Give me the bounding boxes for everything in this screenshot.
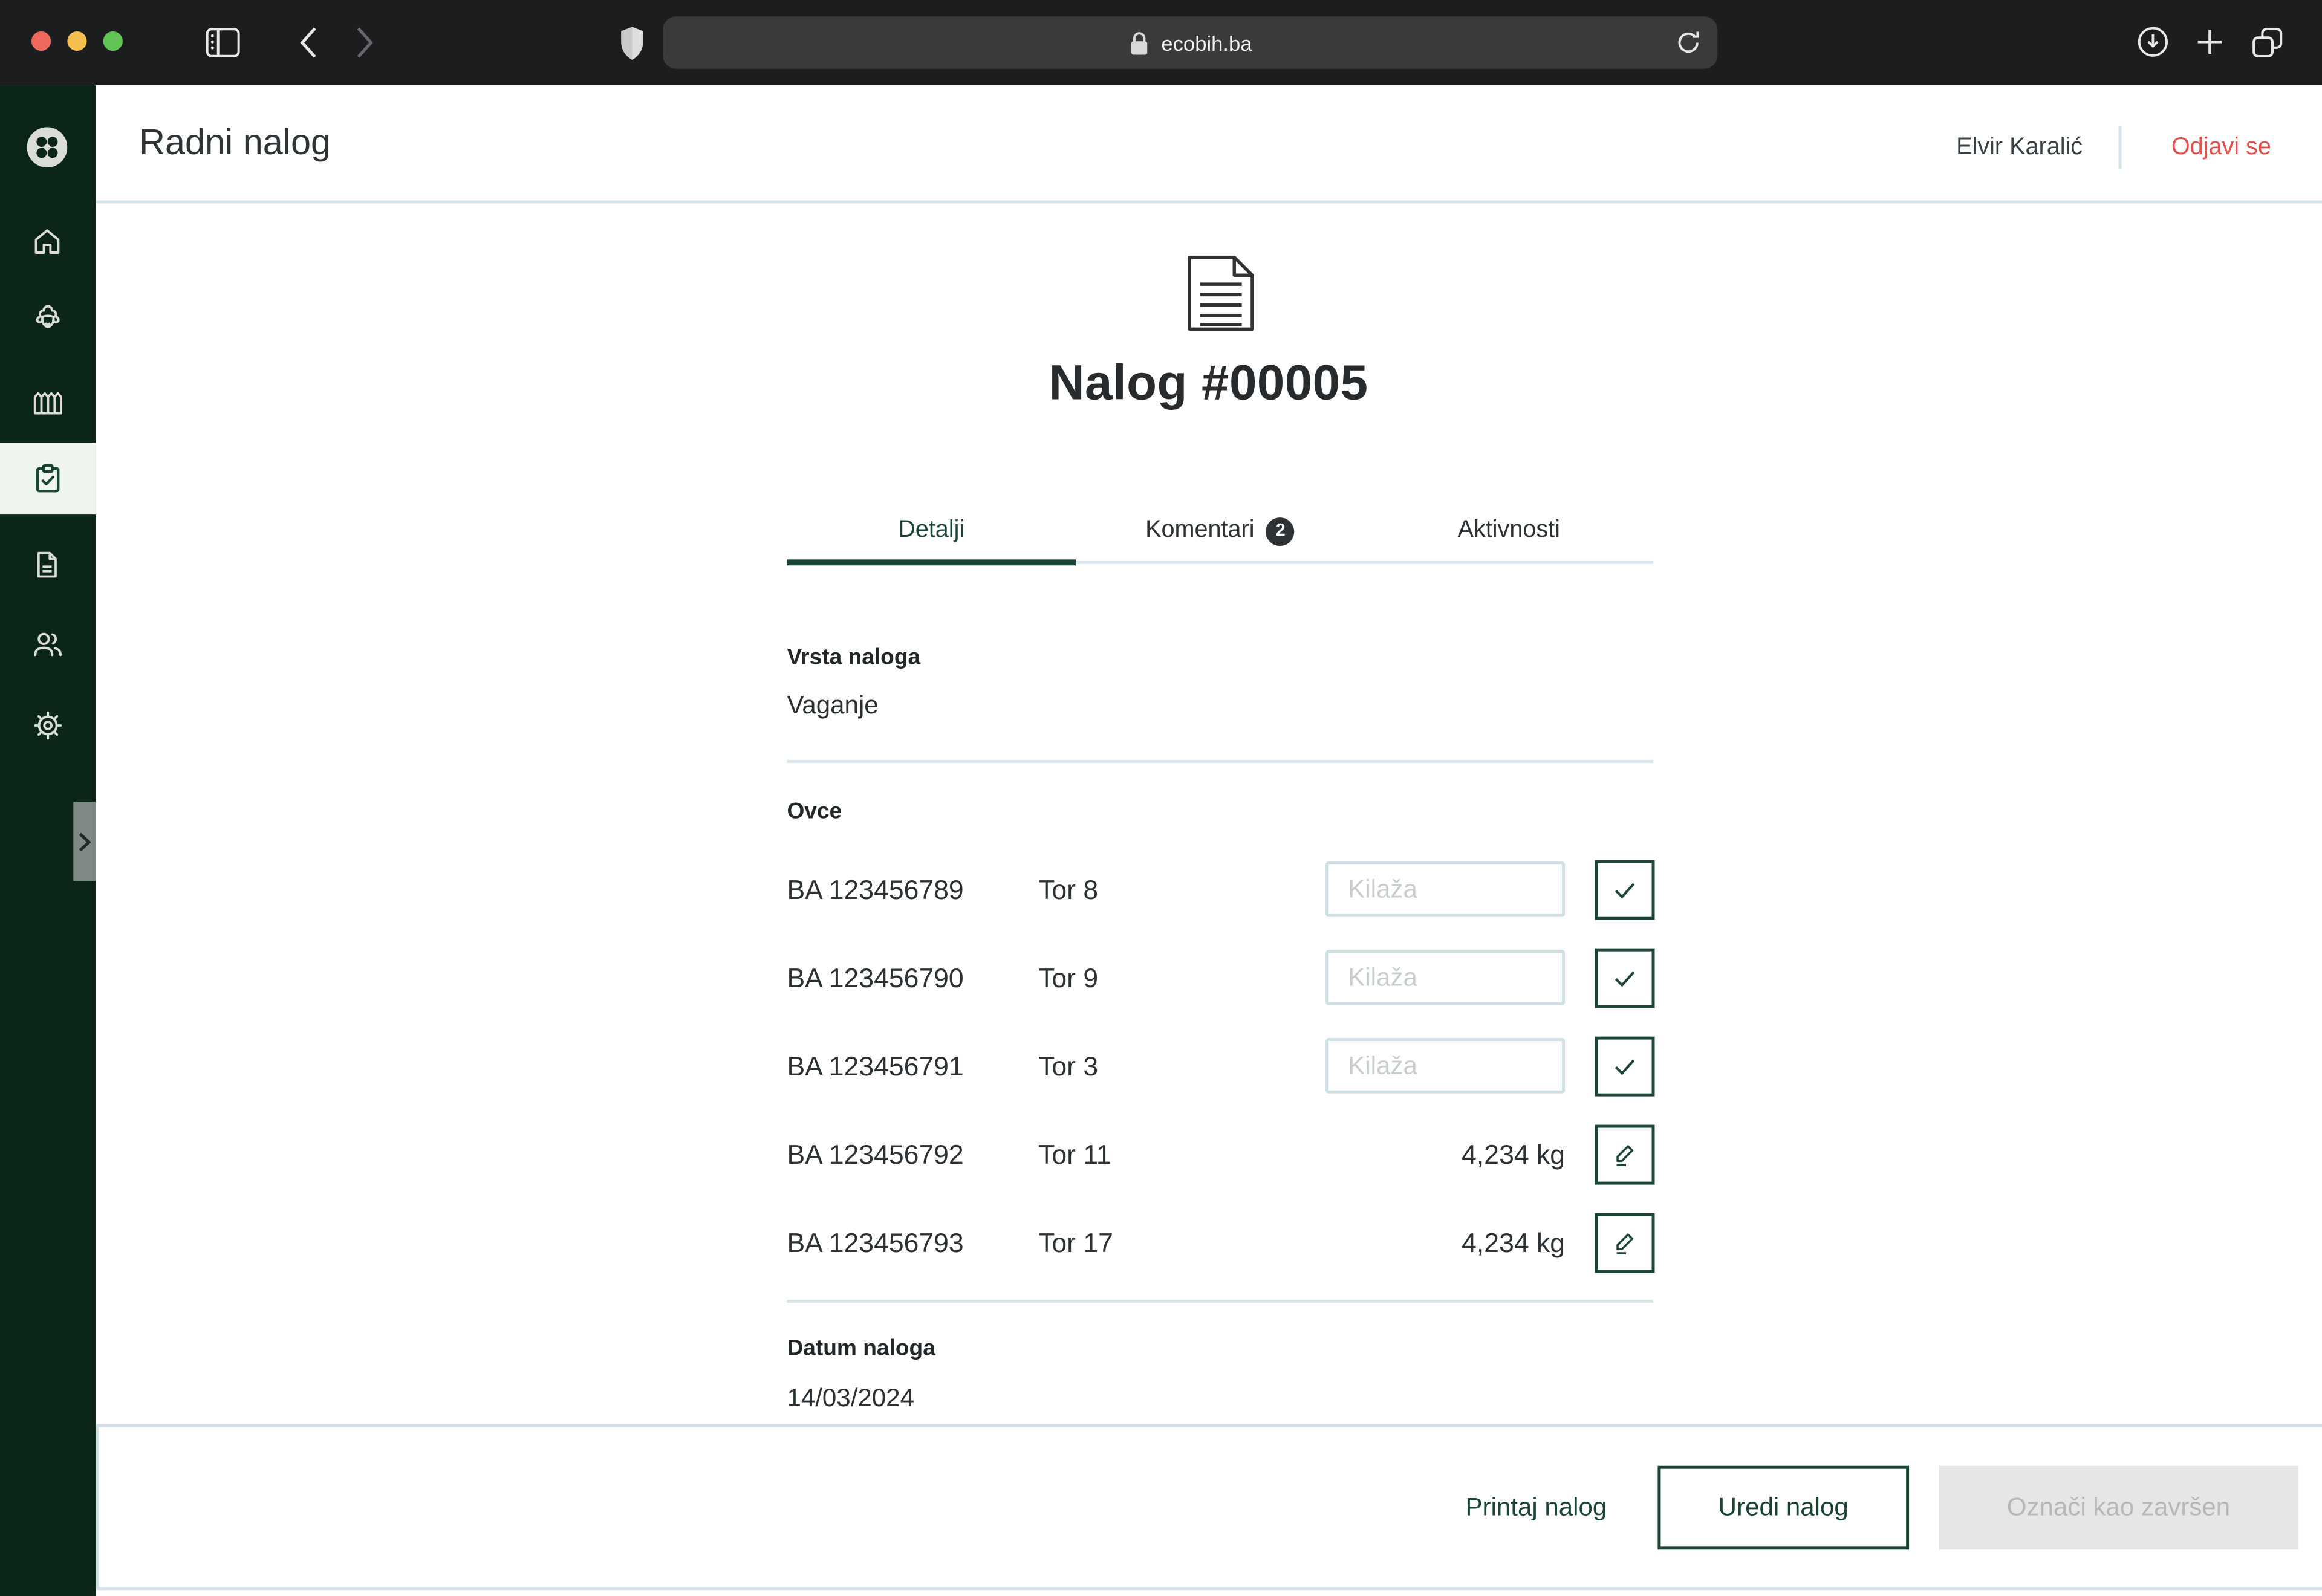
tab-aktivnosti[interactable]: Aktivnosti: [1364, 505, 1653, 556]
weight-value: 4,234 kg: [1462, 1126, 1565, 1183]
sheep-pen: Tor 11: [1038, 1126, 1111, 1183]
downloads-icon[interactable]: [2136, 25, 2169, 58]
user-name: Elvir Karalić: [1956, 135, 2083, 162]
sheep-id: BA 123456793: [787, 1215, 963, 1271]
order-date-label: Datum naloga: [787, 1335, 1653, 1361]
document-icon: [32, 548, 63, 580]
order-type-label: Vrsta naloga: [787, 644, 1653, 670]
pencil-icon: [1610, 1228, 1639, 1257]
tab-overview-icon[interactable]: [2250, 25, 2285, 60]
sheep-pen: Tor 8: [1038, 861, 1098, 918]
order-type-value: Vaganje: [787, 691, 1653, 721]
app-logo[interactable]: [27, 127, 68, 167]
gear-icon: [31, 709, 63, 742]
section-divider: [787, 1300, 1653, 1303]
reload-icon[interactable]: [1674, 28, 1703, 57]
fence-icon: [31, 386, 63, 418]
check-icon: [1608, 874, 1641, 906]
clipboard-check-icon: [31, 462, 63, 495]
sidebar-item-documents[interactable]: [0, 528, 95, 600]
sheep-pen: Tor 9: [1038, 950, 1098, 1007]
weight-input[interactable]: [1325, 1038, 1565, 1094]
sidebar-toggle-icon[interactable]: [205, 27, 241, 59]
order-actions-bar: Printaj nalog Uredi nalog Označi kao zav…: [95, 1424, 2322, 1590]
zoom-window-button[interactable]: [103, 31, 123, 50]
sheep-pen: Tor 3: [1038, 1038, 1098, 1095]
sheep-id: BA 123456792: [787, 1126, 963, 1183]
tab-label: Detalji: [898, 517, 964, 545]
weight-value: 4,234 kg: [1462, 1215, 1565, 1271]
browser-toolbar: ecobih.ba: [0, 0, 2322, 85]
sidebar-item-work-orders[interactable]: [0, 443, 95, 514]
forward-icon: [354, 25, 376, 60]
confirm-weight-button[interactable]: [1595, 1037, 1655, 1097]
sheep-row: BA 123456791 Tor 3: [787, 1038, 1653, 1098]
sheep-icon: [31, 305, 63, 338]
back-icon[interactable]: [298, 25, 319, 60]
order-detail: Nalog #00005 Detalji Komentari 2 Aktivno…: [95, 203, 2322, 1424]
sheep-pen: Tor 17: [1038, 1215, 1113, 1271]
sidebar-nav: [0, 85, 95, 1596]
mark-complete-button: Označi kao završen: [1939, 1465, 2298, 1549]
users-icon: [31, 628, 63, 661]
sheep-section-label: Ovce: [787, 799, 1653, 824]
url-text: ecobih.ba: [1161, 31, 1252, 55]
pencil-icon: [1610, 1140, 1639, 1169]
weight-input[interactable]: [1325, 861, 1565, 917]
active-tab-indicator: [787, 559, 1076, 565]
order-document-icon: [1186, 255, 1255, 332]
comment-count-badge: 2: [1266, 517, 1295, 545]
order-title: Nalog #00005: [95, 354, 2322, 411]
sidebar-item-home[interactable]: [0, 205, 95, 277]
sheep-id: BA 123456790: [787, 950, 963, 1007]
section-divider: [787, 760, 1653, 763]
sidebar-item-sheep[interactable]: [0, 286, 95, 358]
check-icon: [1608, 1050, 1641, 1083]
edit-weight-button[interactable]: [1595, 1125, 1655, 1185]
sheep-row: BA 123456793 Tor 17 4,234 kg: [787, 1215, 1653, 1274]
sidebar-item-pens[interactable]: [0, 366, 95, 438]
sheep-row: BA 123456792 Tor 11 4,234 kg: [787, 1126, 1653, 1186]
page-header: Radni nalog Elvir Karalić Odjavi se: [95, 85, 2322, 203]
order-date-value: 14/03/2024: [787, 1384, 1653, 1413]
check-icon: [1608, 962, 1641, 994]
order-tabs: Detalji Komentari 2 Aktivnosti: [787, 505, 1653, 565]
chevron-right-icon: [77, 831, 90, 852]
confirm-weight-button[interactable]: [1595, 860, 1655, 920]
sidebar-item-users[interactable]: [0, 609, 95, 681]
safari-window: ecobih.ba: [0, 0, 2322, 1596]
sidebar-collapse-handle[interactable]: [73, 802, 95, 881]
confirm-weight-button[interactable]: [1595, 949, 1655, 1008]
sidebar-item-settings[interactable]: [0, 690, 95, 762]
home-icon: [32, 225, 63, 256]
sheep-row: BA 123456790 Tor 9: [787, 950, 1653, 1010]
tab-komentari[interactable]: Komentari 2: [1076, 505, 1365, 556]
header-divider: [2119, 126, 2122, 169]
print-order-button[interactable]: Printaj nalog: [1457, 1465, 1616, 1549]
lock-icon: [1128, 29, 1151, 56]
weight-input[interactable]: [1325, 950, 1565, 1005]
logout-link[interactable]: Odjavi se: [2171, 135, 2271, 162]
edit-order-button[interactable]: Uredi nalog: [1657, 1465, 1909, 1549]
sheep-id: BA 123456789: [787, 861, 963, 918]
tab-label: Aktivnosti: [1458, 517, 1560, 545]
sheep-row: BA 123456789 Tor 8: [787, 861, 1653, 921]
sheep-id: BA 123456791: [787, 1038, 963, 1095]
tab-label: Komentari: [1145, 517, 1254, 545]
edit-weight-button[interactable]: [1595, 1213, 1655, 1273]
privacy-shield-icon[interactable]: [619, 25, 645, 61]
new-tab-icon[interactable]: [2196, 28, 2223, 56]
close-window-button[interactable]: [31, 31, 51, 50]
address-bar[interactable]: ecobih.ba: [663, 16, 1717, 69]
tab-detalji[interactable]: Detalji: [787, 505, 1076, 556]
page-title: Radni nalog: [139, 123, 331, 164]
minimize-window-button[interactable]: [67, 31, 86, 50]
